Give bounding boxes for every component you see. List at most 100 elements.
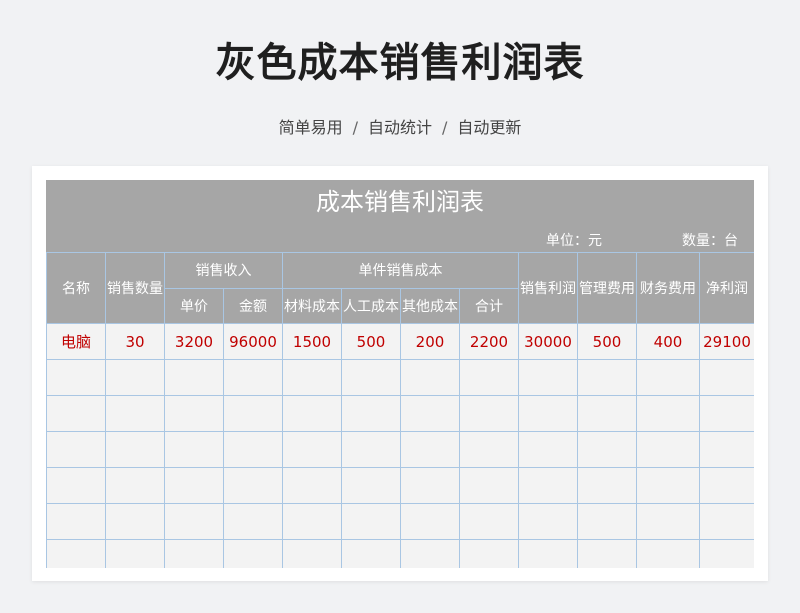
empty-cell[interactable] (400, 539, 460, 568)
empty-cell[interactable] (282, 503, 342, 540)
empty-cell[interactable] (400, 395, 460, 432)
empty-cell[interactable] (282, 539, 342, 568)
empty-cell[interactable] (400, 503, 460, 540)
empty-cell[interactable] (341, 431, 401, 468)
empty-cell[interactable] (636, 431, 700, 468)
header-labor-cost[interactable]: 人工成本 (341, 287, 401, 324)
empty-cell[interactable] (223, 431, 283, 468)
header-sales-income[interactable]: 销售收入 (164, 252, 283, 289)
empty-cell[interactable] (518, 539, 578, 568)
empty-cell[interactable] (400, 431, 460, 468)
table-cell[interactable]: 96000 (223, 323, 283, 360)
sheet-title[interactable]: 成本销售利润表 (46, 180, 754, 224)
empty-cell[interactable] (341, 467, 401, 504)
empty-cell[interactable] (518, 467, 578, 504)
header-unit-cost[interactable]: 单件销售成本 (282, 252, 519, 289)
empty-cell[interactable] (518, 395, 578, 432)
header-amount[interactable]: 金额 (223, 287, 283, 324)
table-cell[interactable]: 30 (105, 323, 165, 360)
empty-cell[interactable] (636, 467, 700, 504)
table-cell[interactable]: 500 (341, 323, 401, 360)
empty-cell[interactable] (164, 539, 224, 568)
empty-cell[interactable] (699, 431, 754, 468)
empty-cell[interactable] (341, 359, 401, 396)
empty-cell[interactable] (577, 395, 637, 432)
header-sales-profit[interactable]: 销售利润 (518, 252, 578, 324)
empty-cell[interactable] (105, 503, 165, 540)
empty-cell[interactable] (164, 503, 224, 540)
empty-cell[interactable] (518, 503, 578, 540)
empty-cell[interactable] (164, 395, 224, 432)
empty-cell[interactable] (46, 431, 106, 468)
header-name[interactable]: 名称 (46, 252, 106, 324)
empty-cell[interactable] (699, 395, 754, 432)
empty-cell[interactable] (46, 539, 106, 568)
header-unit-price[interactable]: 单价 (164, 287, 224, 324)
empty-cell[interactable] (164, 359, 224, 396)
empty-cell[interactable] (459, 359, 519, 396)
header-total[interactable]: 合计 (459, 287, 519, 324)
empty-cell[interactable] (282, 359, 342, 396)
empty-table-row (46, 359, 754, 396)
empty-cell[interactable] (105, 431, 165, 468)
empty-cell[interactable] (459, 503, 519, 540)
header-other-cost[interactable]: 其他成本 (400, 287, 460, 324)
empty-cell[interactable] (699, 467, 754, 504)
table-cell[interactable]: 500 (577, 323, 637, 360)
empty-cell[interactable] (105, 359, 165, 396)
empty-cell[interactable] (459, 539, 519, 568)
empty-cell[interactable] (105, 539, 165, 568)
empty-cell[interactable] (518, 431, 578, 468)
empty-cell[interactable] (636, 539, 700, 568)
empty-cell[interactable] (282, 467, 342, 504)
empty-cell[interactable] (164, 467, 224, 504)
empty-cell[interactable] (577, 431, 637, 468)
table-cell[interactable]: 29100 (699, 323, 754, 360)
empty-cell[interactable] (223, 503, 283, 540)
empty-cell[interactable] (699, 359, 754, 396)
empty-cell[interactable] (46, 467, 106, 504)
empty-cell[interactable] (105, 395, 165, 432)
table-cell[interactable]: 30000 (518, 323, 578, 360)
empty-cell[interactable] (223, 395, 283, 432)
empty-cell[interactable] (46, 359, 106, 396)
empty-cell[interactable] (636, 395, 700, 432)
empty-cell[interactable] (459, 431, 519, 468)
empty-cell[interactable] (636, 503, 700, 540)
empty-cell[interactable] (164, 431, 224, 468)
table-cell[interactable]: 200 (400, 323, 460, 360)
header-material-cost[interactable]: 材料成本 (282, 287, 342, 324)
table-cell[interactable]: 400 (636, 323, 700, 360)
empty-cell[interactable] (577, 359, 637, 396)
empty-cell[interactable] (400, 467, 460, 504)
empty-cell[interactable] (46, 395, 106, 432)
empty-cell[interactable] (459, 467, 519, 504)
table-cell[interactable]: 电脑 (46, 323, 106, 360)
header-mgmt-fee[interactable]: 管理费用 (577, 252, 637, 324)
empty-cell[interactable] (577, 503, 637, 540)
empty-cell[interactable] (341, 503, 401, 540)
empty-cell[interactable] (518, 359, 578, 396)
empty-cell[interactable] (282, 431, 342, 468)
empty-cell[interactable] (223, 467, 283, 504)
empty-cell[interactable] (699, 503, 754, 540)
empty-cell[interactable] (223, 359, 283, 396)
empty-cell[interactable] (459, 395, 519, 432)
empty-cell[interactable] (577, 467, 637, 504)
empty-cell[interactable] (636, 359, 700, 396)
empty-cell[interactable] (400, 359, 460, 396)
table-cell[interactable]: 1500 (282, 323, 342, 360)
empty-cell[interactable] (341, 395, 401, 432)
header-sales-qty[interactable]: 销售数量 (105, 252, 165, 324)
empty-cell[interactable] (46, 503, 106, 540)
empty-cell[interactable] (223, 539, 283, 568)
empty-cell[interactable] (341, 539, 401, 568)
empty-cell[interactable] (105, 467, 165, 504)
empty-cell[interactable] (699, 539, 754, 568)
header-finance-fee[interactable]: 财务费用 (636, 252, 700, 324)
table-cell[interactable]: 3200 (164, 323, 224, 360)
table-cell[interactable]: 2200 (459, 323, 519, 360)
header-net-profit[interactable]: 净利润 (699, 252, 754, 324)
empty-cell[interactable] (577, 539, 637, 568)
empty-cell[interactable] (282, 395, 342, 432)
